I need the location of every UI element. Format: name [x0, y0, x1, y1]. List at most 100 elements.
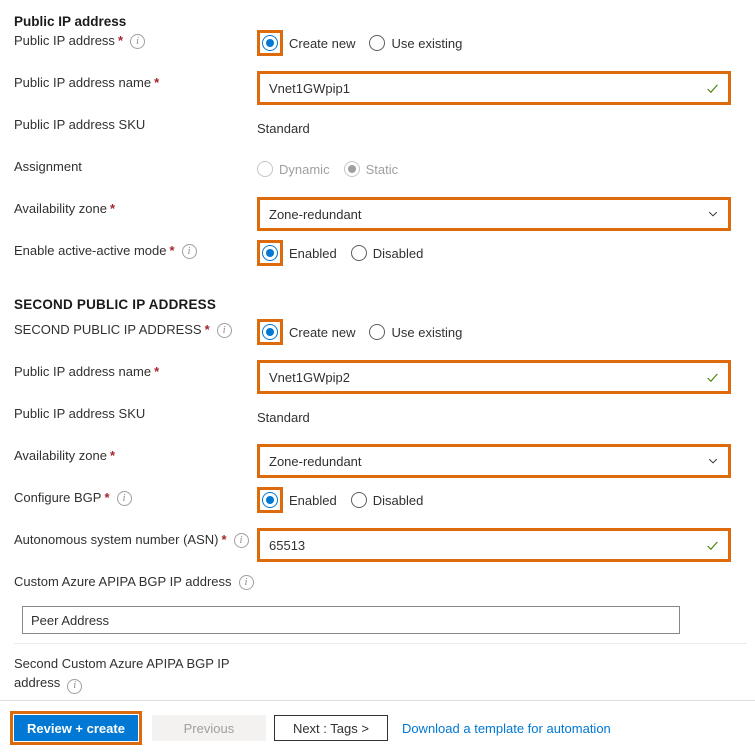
required-asterisk: *	[104, 490, 110, 505]
info-icon[interactable]: i	[233, 533, 249, 548]
info-icon[interactable]: i	[238, 575, 254, 590]
radio-option-static: Static	[343, 161, 399, 177]
radio-enabled[interactable]	[262, 245, 278, 261]
highlight-box: Vnet1GWpip1	[257, 71, 731, 105]
radio-option-create-new[interactable]: Create new	[257, 319, 355, 345]
radio-create-new[interactable]	[262, 324, 278, 340]
download-template-link[interactable]: Download a template for automation	[402, 721, 611, 736]
control-availability-zone-2: Zone-redundant	[257, 444, 755, 478]
highlight-box: Zone-redundant	[257, 444, 731, 478]
radio-option-use-existing[interactable]: Use existing	[369, 35, 462, 51]
info-icon[interactable]: i	[67, 678, 83, 694]
row-asn: Autonomous system number (ASN) * i 65513	[0, 528, 755, 570]
label-text: Autonomous system number (ASN)	[14, 532, 219, 547]
radio-group-active-active: Enabled Disabled	[257, 240, 437, 266]
label-text-line2: address	[14, 675, 61, 690]
label-availability-zone-1: Availability zone *	[14, 197, 257, 217]
label-assignment: Assignment	[14, 155, 257, 175]
row-second-apipa-bgp-ip: Second Custom Azure APIPA BGP IP address…	[0, 644, 755, 694]
control-public-ip-name-2: Vnet1GWpip2	[257, 360, 755, 394]
highlight-box	[257, 487, 283, 513]
info-icon[interactable]: i	[181, 244, 197, 259]
required-asterisk: *	[154, 364, 160, 379]
label-configure-bgp: Configure BGP * i	[14, 486, 257, 506]
row-active-active-mode: Enable active-active mode * i Enabled Di…	[0, 239, 755, 281]
info-icon[interactable]: i	[216, 323, 232, 338]
radio-group-public-ip-address: Create new Use existing	[257, 30, 476, 56]
radio-label: Use existing	[391, 324, 463, 340]
required-asterisk: *	[117, 33, 123, 48]
label-text: Custom Azure APIPA BGP IP address	[14, 574, 232, 589]
label-second-apipa-bgp-ip: Second Custom Azure APIPA BGP IP address…	[14, 650, 230, 694]
control-public-ip-sku-1: Standard	[257, 113, 755, 141]
peer-address-placeholder: Peer Address	[31, 612, 110, 628]
section-heading-public-ip: Public IP address	[14, 14, 127, 29]
highlight-box	[257, 319, 283, 345]
next-tags-button[interactable]: Next : Tags >	[273, 715, 388, 741]
form-area: Public IP address Public IP address * i …	[0, 0, 755, 694]
asn-input[interactable]: 65513	[260, 531, 728, 559]
row-peer-address: Peer Address	[0, 600, 755, 634]
previous-button[interactable]: Previous	[151, 715, 266, 741]
chevron-down-icon	[708, 211, 718, 217]
label-text: Public IP address	[14, 33, 115, 48]
highlight-box: Zone-redundant	[257, 197, 731, 231]
label-text: Public IP address name	[14, 364, 152, 379]
info-icon[interactable]: i	[130, 34, 145, 49]
public-ip-name-2-input[interactable]: Vnet1GWpip2	[260, 363, 728, 391]
radio-option-disabled[interactable]: Disabled	[350, 245, 424, 261]
label-text: Public IP address name	[14, 75, 152, 90]
control-asn: 65513	[257, 528, 755, 562]
dropdown-value: Zone-redundant	[269, 453, 362, 469]
public-ip-sku-2-value: Standard	[257, 409, 310, 425]
radio-option-enabled[interactable]: Enabled	[257, 487, 337, 513]
radio-enabled[interactable]	[262, 492, 278, 508]
control-assignment: Dynamic Static	[257, 155, 755, 183]
highlight-box: Review + create	[10, 711, 142, 745]
peer-address-input[interactable]: Peer Address	[22, 606, 680, 634]
radio-use-existing[interactable]	[369, 35, 386, 51]
radio-create-new[interactable]	[262, 35, 278, 51]
gateway-config-page: Public IP address Public IP address * i …	[0, 0, 755, 755]
row-assignment: Assignment Dynamic Static	[0, 155, 755, 197]
radio-option-use-existing[interactable]: Use existing	[369, 324, 462, 340]
control-active-active-mode: Enabled Disabled	[257, 239, 755, 267]
highlight-box: Vnet1GWpip2	[257, 360, 731, 394]
radio-use-existing[interactable]	[369, 324, 386, 340]
radio-label: Enabled	[289, 492, 337, 508]
radio-disabled[interactable]	[350, 245, 367, 261]
radio-option-create-new[interactable]: Create new	[257, 30, 355, 56]
label-text: Availability zone	[14, 201, 107, 216]
radio-option-disabled[interactable]: Disabled	[350, 492, 424, 508]
availability-zone-1-dropdown[interactable]: Zone-redundant	[260, 200, 728, 228]
label-text: Enable active-active mode	[14, 243, 167, 258]
info-icon[interactable]: i	[116, 491, 132, 506]
radio-group-configure-bgp: Enabled Disabled	[257, 487, 437, 513]
label-text: Public IP address SKU	[14, 117, 146, 132]
label-public-ip-address: Public IP address * i	[14, 29, 257, 49]
required-asterisk: *	[154, 75, 160, 90]
radio-label: Disabled	[372, 492, 424, 508]
control-public-ip-sku-2: Standard	[257, 402, 755, 430]
public-ip-name-1-input[interactable]: Vnet1GWpip1	[260, 74, 728, 102]
chevron-down-icon	[708, 458, 718, 464]
review-create-button[interactable]: Review + create	[14, 715, 138, 741]
radio-dynamic	[257, 161, 273, 177]
row-configure-bgp: Configure BGP * i Enabled Disabled	[0, 486, 755, 528]
radio-label: Enabled	[289, 245, 337, 261]
radio-label: Create new	[289, 324, 356, 340]
row-public-ip-sku-1: Public IP address SKU Standard	[0, 113, 755, 155]
label-public-ip-sku-2: Public IP address SKU	[14, 402, 257, 422]
valid-check-icon	[707, 84, 718, 93]
radio-option-dynamic: Dynamic	[257, 161, 330, 177]
section-heading-second-public-ip: SECOND PUBLIC IP ADDRESS	[14, 297, 217, 312]
availability-zone-2-dropdown[interactable]: Zone-redundant	[260, 447, 728, 475]
radio-static	[343, 161, 360, 177]
radio-option-enabled[interactable]: Enabled	[257, 240, 337, 266]
radio-disabled[interactable]	[350, 492, 367, 508]
label-asn: Autonomous system number (ASN) * i	[14, 528, 257, 548]
radio-label: Dynamic	[279, 161, 330, 177]
radio-label: Disabled	[372, 245, 424, 261]
radio-label: Static	[365, 161, 399, 177]
label-active-active-mode: Enable active-active mode * i	[14, 239, 257, 259]
